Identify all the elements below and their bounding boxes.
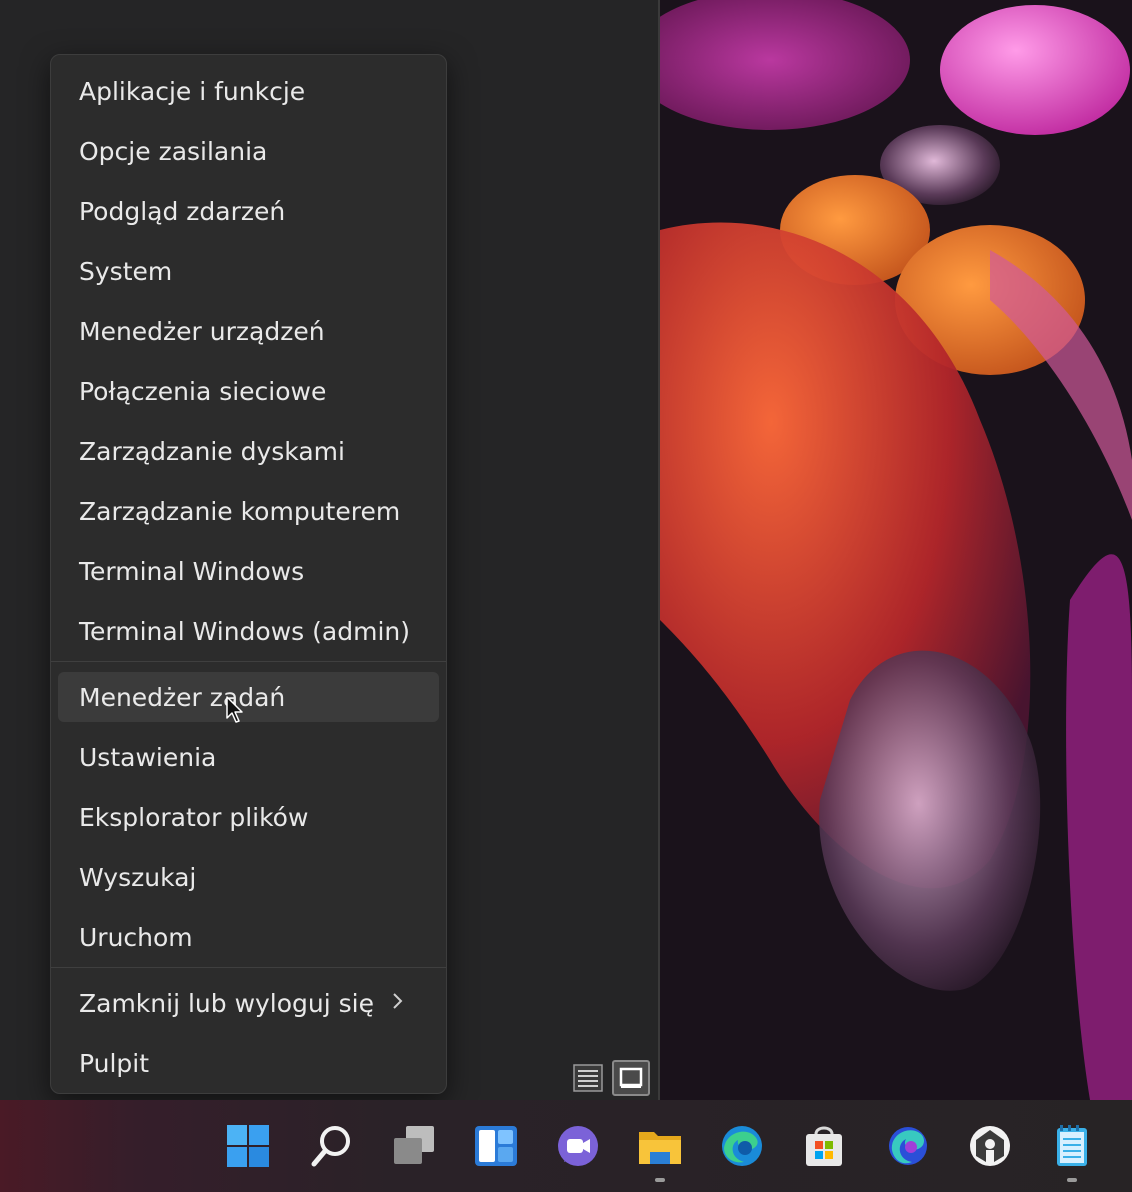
menu-item-label: Zamknij lub wyloguj się — [79, 988, 375, 1018]
menu-item-disk-management[interactable]: Zarządzanie dyskami — [58, 426, 439, 476]
chevron-right-icon — [393, 993, 403, 1009]
menu-item-label: Menedżer urządzeń — [79, 316, 325, 346]
menu-item-label: Terminal Windows — [79, 556, 305, 586]
app-icon[interactable] — [966, 1122, 1014, 1170]
edge-icon[interactable] — [718, 1122, 766, 1170]
mouse-cursor-icon — [226, 696, 243, 723]
desktop-wallpaper — [660, 0, 1132, 1100]
menu-item-terminal[interactable]: Terminal Windows — [58, 546, 439, 596]
file-explorer-icon[interactable] — [636, 1122, 684, 1170]
menu-item-run[interactable]: Uruchom — [58, 912, 439, 962]
menu-item-device-manager[interactable]: Menedżer urządzeń — [58, 306, 439, 356]
menu-item-task-manager[interactable]: Menedżer zadań — [58, 672, 439, 722]
menu-item-label: Opcje zasilania — [79, 136, 268, 166]
menu-item-event-viewer[interactable]: Podgląd zdarzeń — [58, 186, 439, 236]
menu-item-power-options[interactable]: Opcje zasilania — [58, 126, 439, 176]
menu-item-label: Uruchom — [79, 922, 193, 952]
menu-separator — [51, 967, 446, 968]
menu-item-computer-management[interactable]: Zarządzanie komputerem — [58, 486, 439, 536]
tile-view-button[interactable] — [612, 1060, 650, 1096]
menu-item-search[interactable]: Wyszukaj — [58, 852, 439, 902]
edge-dev-icon[interactable] — [884, 1122, 932, 1170]
menu-item-system[interactable]: System — [58, 246, 439, 296]
quick-link-menu: Aplikacje i funkcje Opcje zasilania Podg… — [50, 54, 447, 1094]
running-indicator — [1067, 1178, 1077, 1182]
task-view-icon[interactable] — [390, 1122, 438, 1170]
menu-item-shutdown-signout[interactable]: Zamknij lub wyloguj się — [58, 978, 439, 1028]
menu-item-apps-features[interactable]: Aplikacje i funkcje — [58, 66, 439, 116]
tile-view-icon — [619, 1067, 643, 1088]
menu-item-label: Wyszukaj — [79, 862, 197, 892]
menu-item-label: Podgląd zdarzeń — [79, 196, 286, 226]
menu-item-label: Aplikacje i funkcje — [79, 76, 306, 106]
microsoft-store-icon[interactable] — [800, 1122, 848, 1170]
menu-item-label: Terminal Windows (admin) — [79, 616, 410, 646]
menu-item-label: Zarządzanie dyskami — [79, 436, 345, 466]
menu-item-label: Menedżer zadań — [79, 682, 286, 712]
menu-item-label: Zarządzanie komputerem — [79, 496, 401, 526]
menu-item-desktop[interactable]: Pulpit — [58, 1038, 439, 1088]
list-view-icon — [573, 1064, 603, 1092]
menu-item-file-explorer[interactable]: Eksplorator plików — [58, 792, 439, 842]
search-icon[interactable] — [308, 1122, 356, 1170]
running-indicator — [655, 1178, 665, 1182]
start-icon[interactable] — [224, 1122, 272, 1170]
menu-item-terminal-admin[interactable]: Terminal Windows (admin) — [58, 606, 439, 656]
widgets-icon[interactable] — [472, 1122, 520, 1170]
menu-item-label: Pulpit — [79, 1048, 150, 1078]
menu-item-label: Eksplorator plików — [79, 802, 309, 832]
teams-chat-icon[interactable] — [554, 1122, 602, 1170]
menu-separator — [51, 661, 446, 662]
menu-item-network-connections[interactable]: Połączenia sieciowe — [58, 366, 439, 416]
menu-item-settings[interactable]: Ustawienia — [58, 732, 439, 782]
notepad-icon[interactable] — [1048, 1122, 1096, 1170]
menu-item-label: System — [79, 256, 173, 286]
menu-item-label: Ustawienia — [79, 742, 217, 772]
list-view-button[interactable] — [572, 1062, 604, 1094]
menu-item-label: Połączenia sieciowe — [79, 376, 327, 406]
